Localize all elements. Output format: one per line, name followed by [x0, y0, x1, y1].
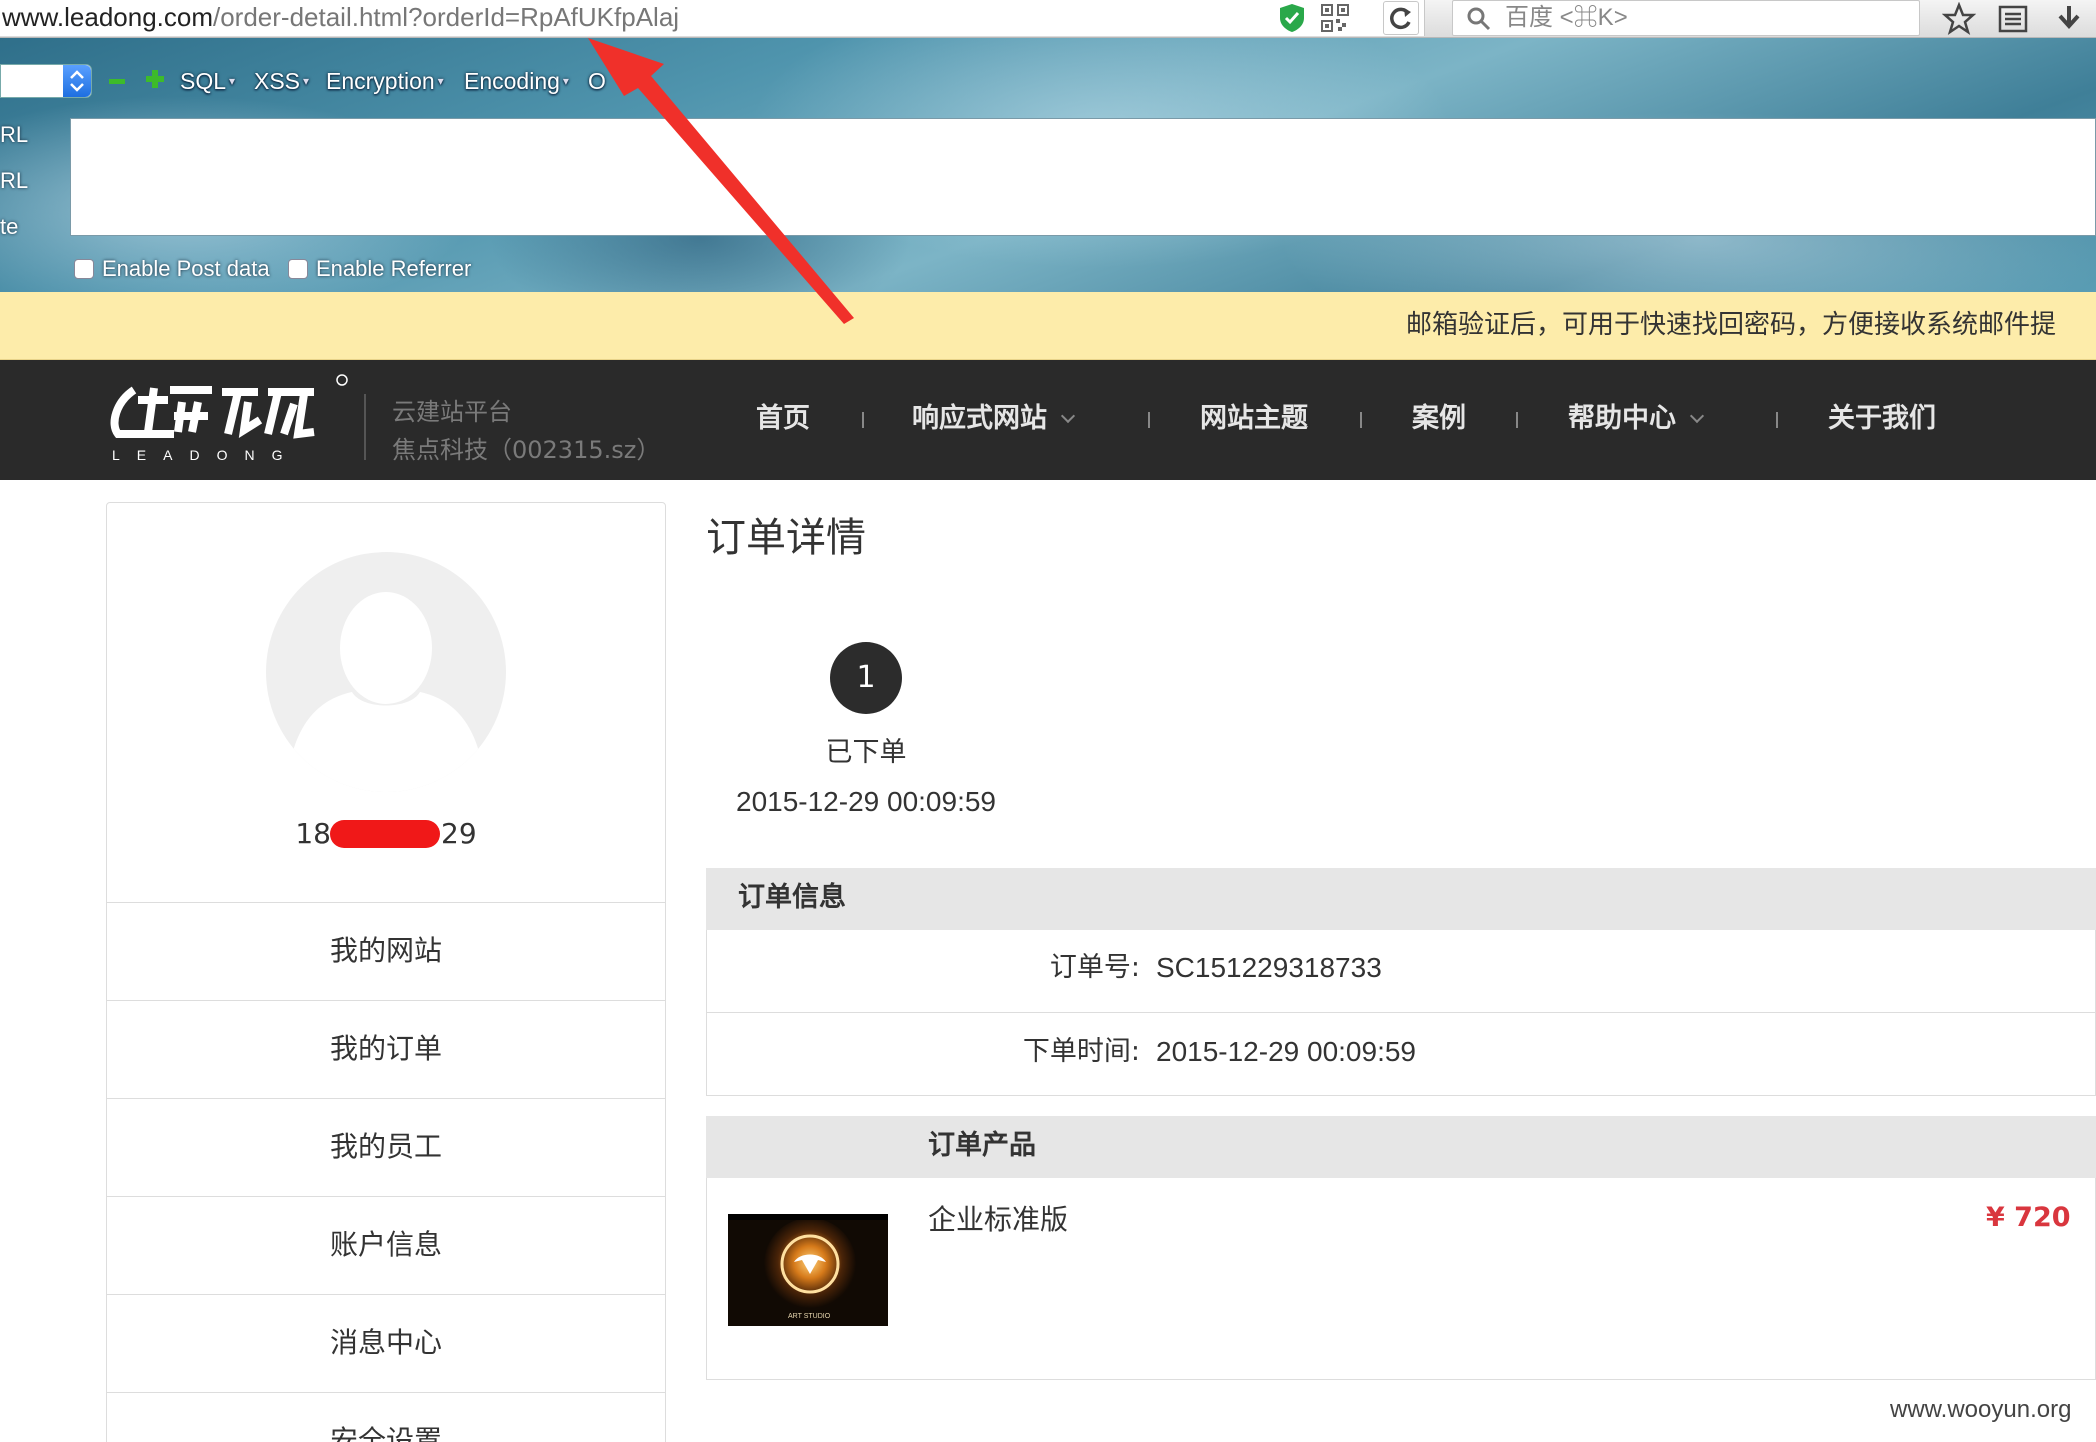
order-products-header: [706, 1116, 2096, 1178]
nav-responsive-site[interactable]: 响应式网站: [912, 402, 1076, 436]
qr-code-icon[interactable]: [1320, 3, 1350, 33]
hackbar-select[interactable]: [0, 64, 92, 98]
plus-icon[interactable]: [144, 68, 166, 90]
select-arrow-icon: [63, 65, 91, 97]
menu-encoding[interactable]: Encoding ▾: [464, 66, 569, 96]
page-title: 订单详情: [706, 515, 866, 561]
nav-separator: [1360, 412, 1362, 428]
sidebar-item-my-sites[interactable]: 我的网站: [107, 902, 665, 1000]
redaction-mark: [330, 820, 440, 848]
nav-separator: [862, 412, 864, 428]
chevron-down-icon: [1689, 408, 1705, 424]
download-arrow-icon[interactable]: [2052, 2, 2086, 36]
sidebar-item-my-orders[interactable]: 我的订单: [107, 1000, 665, 1098]
watermark: www.wooyun.org: [1890, 1396, 2072, 1423]
checkbox-box: [74, 259, 94, 279]
nav-about-us[interactable]: 关于我们: [1828, 402, 1936, 436]
reload-icon: [1390, 7, 1411, 30]
checkbox-box: [288, 259, 308, 279]
nav-themes[interactable]: 网站主题: [1200, 402, 1308, 436]
step-label: 已下单: [825, 737, 907, 768]
url-path: /order-detail.html?orderId=RpAfUKfpAlaj: [213, 2, 680, 32]
order-products-title: 订单产品: [928, 1130, 1036, 1161]
reload-button[interactable]: [1383, 1, 1419, 35]
nav-separator: [1516, 412, 1518, 428]
logo-divider: [364, 394, 366, 460]
minus-icon[interactable]: [108, 74, 126, 88]
avatar[interactable]: [266, 552, 506, 792]
row-divider: [707, 1012, 2096, 1013]
browser-toolbar: www.leadong.com/order-detail.html?orderI…: [0, 0, 2096, 38]
step-time: 2015-12-29 00:09:59: [736, 786, 996, 817]
security-shield-icon[interactable]: [1277, 2, 1307, 34]
label-execute: te: [0, 214, 19, 239]
menu-encryption[interactable]: Encryption ▾: [326, 66, 444, 96]
label-load-url: RL: [0, 122, 29, 147]
order-info-header: [706, 868, 2096, 930]
product-name: 企业标准版: [928, 1203, 1069, 1236]
enable-referrer-checkbox[interactable]: Enable Referrer: [288, 256, 471, 282]
menu-sql[interactable]: SQL ▾: [180, 66, 235, 96]
logo-subtitle-2: 焦点科技（002315.sz）: [392, 436, 661, 464]
enable-post-checkbox[interactable]: Enable Post data: [74, 256, 270, 282]
address-bar[interactable]: www.leadong.com/order-detail.html?orderI…: [0, 0, 1425, 36]
search-placeholder: 百度 <⌘K>: [1505, 4, 1628, 31]
reading-list-icon[interactable]: [1996, 2, 2030, 36]
menu-xss[interactable]: XSS ▾: [254, 66, 309, 96]
nav-cases[interactable]: 案例: [1412, 402, 1466, 436]
url-domain: www.leadong.com: [2, 2, 213, 32]
nav-separator: [1776, 412, 1778, 428]
nav-home[interactable]: 首页: [756, 402, 810, 436]
chevron-down-icon: [1060, 408, 1076, 424]
leadong-logo[interactable]: LEADONG: [108, 372, 348, 464]
nav-help-center[interactable]: 帮助中心: [1568, 402, 1705, 436]
search-field[interactable]: 百度 <⌘K>: [1452, 0, 1920, 36]
label-split-url: RL: [0, 168, 29, 193]
menu-other[interactable]: O: [588, 66, 606, 96]
screen: www.leadong.com/order-detail.html?orderI…: [0, 0, 2096, 1442]
bookmark-star-icon[interactable]: [1942, 2, 1976, 36]
logo-wordmark: LEADONG: [112, 447, 299, 463]
thumbnail-caption: ART STUDIO: [788, 1313, 831, 1320]
notice-text: 邮箱验证后，可用于快速找回密码，方便接收系统邮件提: [1406, 310, 2057, 340]
logo-subtitle-1: 云建站平台: [392, 398, 512, 426]
order-time-value: 2015-12-29 00:09:59: [1156, 1036, 1416, 1067]
sidebar-item-my-staff[interactable]: 我的员工: [107, 1098, 665, 1196]
order-no-value: SC151229318733: [1156, 952, 1382, 983]
sidebar-item-messages[interactable]: 消息中心: [107, 1294, 665, 1392]
email-verify-notice: 邮箱验证后，可用于快速找回密码，方便接收系统邮件提: [0, 292, 2096, 360]
product-price: ¥ 720: [1986, 1202, 2071, 1233]
search-icon: [1467, 7, 1491, 31]
user-silhouette-icon: [286, 592, 486, 792]
hackbar-panel: SQL ▾ XSS ▾ Encryption ▾ Encoding ▾ O RL RL …: [0, 38, 2096, 292]
sidebar-item-account-info[interactable]: 账户信息: [107, 1196, 665, 1294]
order-no-label: 订单号:: [1049, 952, 1140, 983]
nav-separator: [1148, 412, 1150, 428]
order-time-label: 下单时间:: [1022, 1036, 1140, 1067]
product-thumbnail[interactable]: ART STUDIO: [728, 1214, 888, 1326]
step-number-badge: 1: [830, 642, 902, 714]
order-info-title: 订单信息: [738, 882, 846, 913]
hackbar-url-textarea[interactable]: [70, 118, 2096, 236]
sidebar-item-security[interactable]: 安全设置: [107, 1392, 665, 1442]
